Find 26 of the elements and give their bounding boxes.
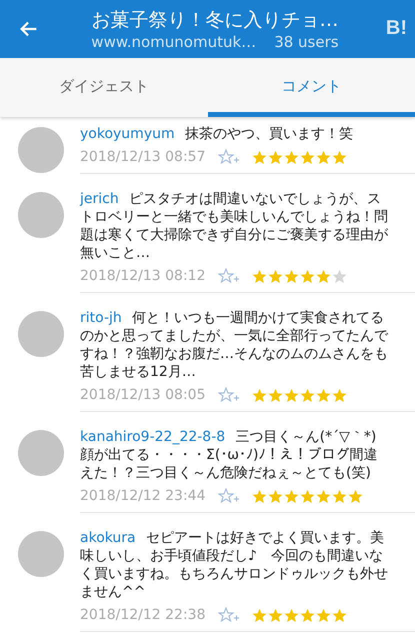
- add-star-icon[interactable]: [218, 387, 240, 403]
- add-star-icon[interactable]: [218, 488, 240, 504]
- site-url: www.nomunomutuk…: [91, 32, 256, 51]
- add-star-icon[interactable]: [218, 268, 240, 284]
- tab[interactable]: ダイジェスト: [0, 58, 208, 117]
- comment-text: yokoyumyum 抹茶のやつ、買います！笑: [80, 125, 354, 143]
- bookmark-logo[interactable]: B!: [386, 17, 407, 40]
- comment-text: jerich ピスタチオは間違いないでしょうが、ストロベリーと一緒でも美味しいんでしょうね！問題は寒くて大掃除できず自分にご褒美する理由が無いこと…: [80, 190, 389, 262]
- avatar-placeholder[interactable]: [18, 127, 64, 173]
- page-title: お菓子祭り！冬に入りチョ…: [91, 8, 338, 33]
- comment-time: 2018/12/13 08:12: [80, 268, 206, 284]
- comment-time: 2018/12/13 08:57: [80, 149, 206, 165]
- avatar-placeholder[interactable]: [18, 430, 64, 476]
- comment-time: 2018/12/12 23:44: [80, 488, 206, 504]
- comment-text: akokura セピアートは好きでよく買います。美味しいし、お手頃値段だし♪ 今回のも間違いなく買いますね。もちろんサロンドゥルックも外せません^^: [80, 529, 389, 601]
- avatar-placeholder[interactable]: [18, 192, 64, 238]
- add-star-icon[interactable]: [218, 607, 240, 623]
- avatar-placeholder[interactable]: [18, 531, 64, 577]
- comment-text: rito-jh 何と！いつも一週間かけて実食されてるのかと思ってましたが、一気に全部行ってたんですね！？強靭なお腹だ…そんなのムのムさんをも苦しませる12月…: [80, 309, 389, 381]
- add-star-icon[interactable]: [218, 149, 240, 165]
- user-count: 38 users: [274, 32, 339, 51]
- comment-time: 2018/12/12 22:38: [80, 607, 206, 623]
- comment-time: 2018/12/13 08:05: [80, 387, 206, 403]
- avatar-placeholder[interactable]: [18, 311, 64, 357]
- tab[interactable]: コメント: [208, 58, 415, 117]
- comment-text: kanahiro9-22_22-8-8 三つ目く～ん(*´▽｀*)顔が出てる・・・・Σ(･ω･ﾉ)ﾉ！え！ブログ間違えた！？三つ目く～ん危険だねぇ～とても(笑): [80, 428, 378, 482]
